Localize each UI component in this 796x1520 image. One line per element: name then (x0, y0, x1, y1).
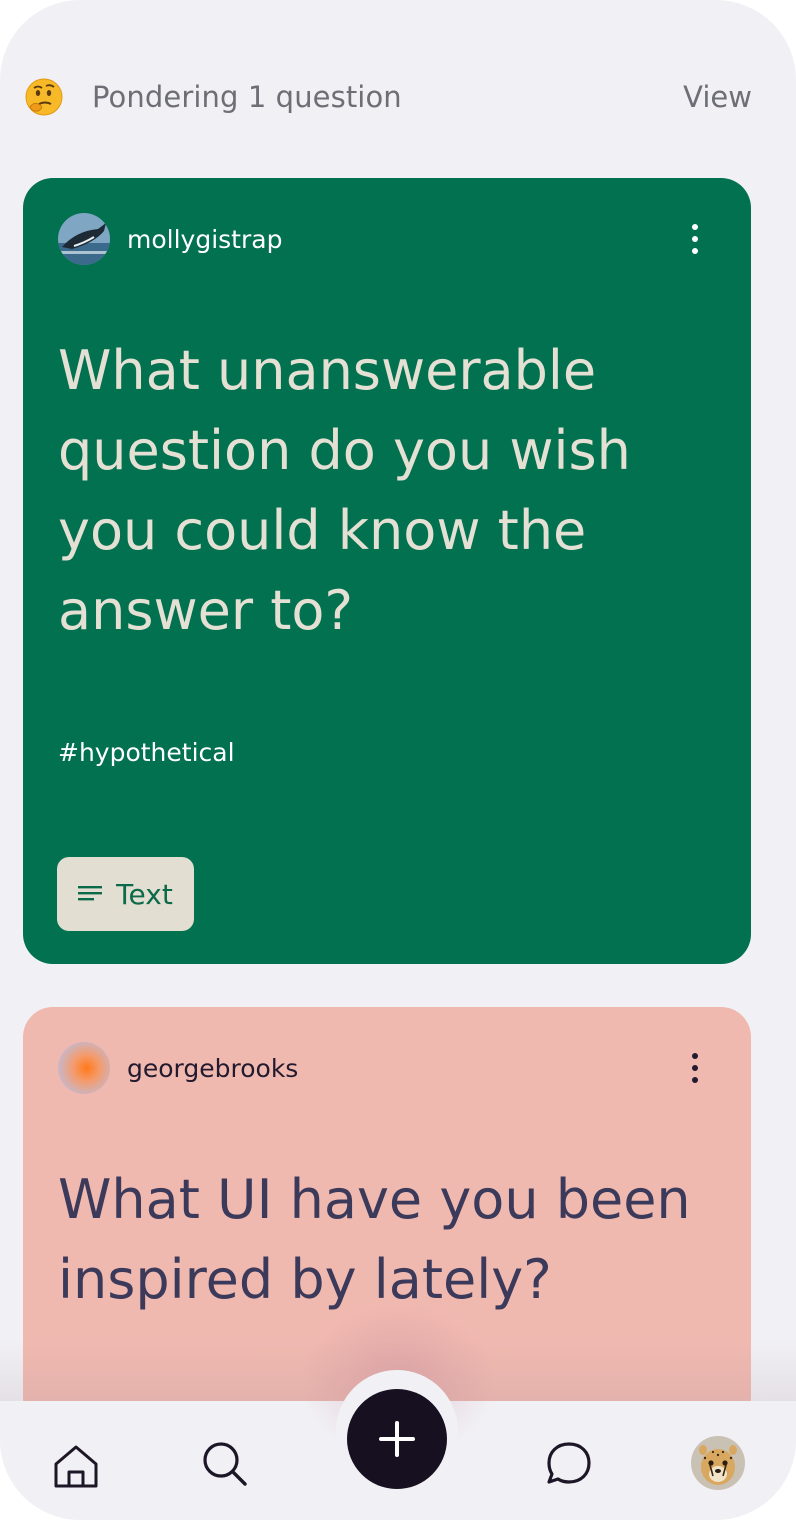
view-link[interactable]: View (683, 80, 752, 114)
app-screen: Pondering 1 question View mollygistrap W… (0, 0, 796, 1520)
username[interactable]: mollygistrap (127, 225, 282, 254)
text-type-button[interactable]: Text (57, 857, 194, 931)
gradient-orb-icon (58, 1042, 110, 1094)
whale-photo-icon (58, 213, 110, 265)
thinking-face-icon (25, 78, 63, 116)
more-options-icon[interactable] (683, 1048, 707, 1088)
plus-icon (379, 1421, 415, 1457)
search-icon[interactable] (199, 1438, 251, 1490)
profile-avatar[interactable] (691, 1436, 745, 1490)
card-header: georgebrooks (58, 1041, 707, 1095)
cheetah-photo-icon (691, 1436, 745, 1490)
avatar[interactable] (58, 213, 110, 265)
lines-icon (78, 886, 103, 901)
add-question-button[interactable] (347, 1389, 447, 1489)
username[interactable]: georgebrooks (127, 1054, 298, 1083)
pondering-text: Pondering 1 question (92, 80, 402, 114)
avatar[interactable] (58, 1042, 110, 1094)
card-header: mollygistrap (58, 212, 707, 266)
question-text: What UI have you been inspired by lately… (58, 1168, 691, 1311)
question-text: What unanswerable question do you wish y… (58, 339, 631, 642)
more-options-icon[interactable] (683, 219, 707, 259)
home-icon[interactable] (50, 1440, 102, 1492)
chat-icon[interactable] (543, 1438, 595, 1490)
pondering-banner: Pondering 1 question View (24, 74, 752, 120)
text-type-label: Text (116, 877, 173, 911)
hashtag[interactable]: #hypothetical (58, 738, 235, 767)
question-card[interactable]: mollygistrap What unanswerable question … (23, 178, 751, 964)
